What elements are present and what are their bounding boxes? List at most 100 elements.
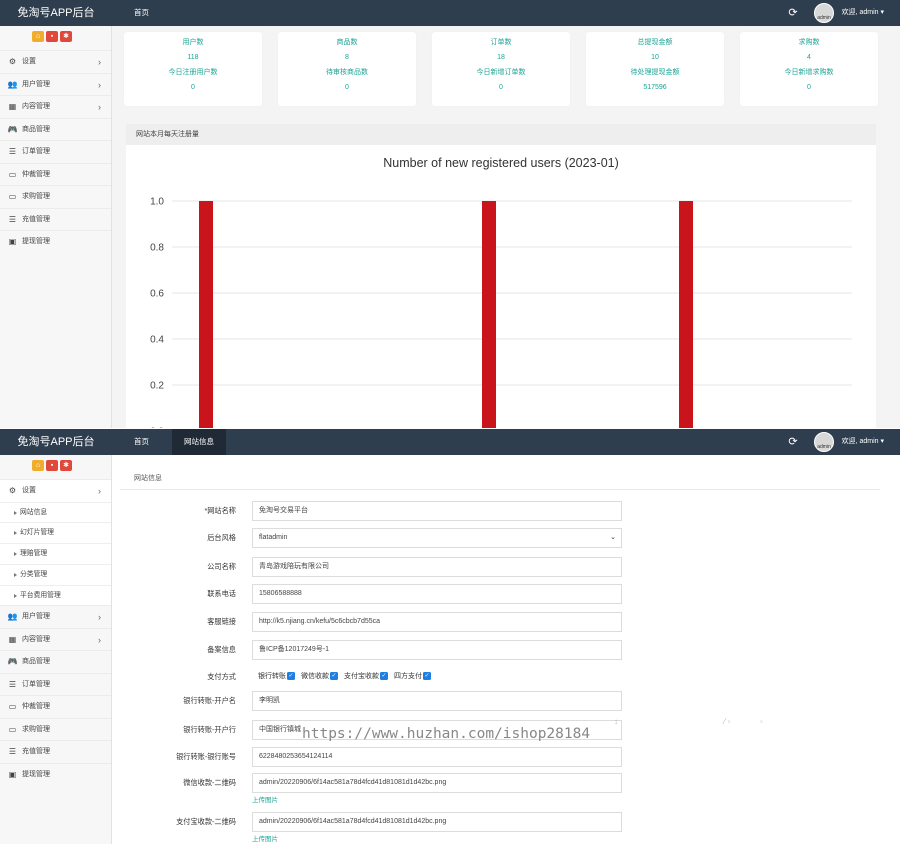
user-menu[interactable]: 欢迎, admin ▾ xyxy=(842,429,884,455)
home-icon[interactable]: ⌂ xyxy=(32,31,44,42)
sidebar-item[interactable]: ▭ 求购管理 xyxy=(0,185,111,208)
sidebar: ⌂ ▪ ✱ ⚙ 设置 › 👥 用户管理 › ▦ 内容管理 › 🎮 商品管理 ☰ 订单管理 ▭ 仲裁管理 ▭ 求购管理… xyxy=(0,26,112,428)
checkbox[interactable]: ✓ xyxy=(380,672,388,681)
sidebar-item[interactable]: 👥 用户管理 › xyxy=(0,605,111,628)
text-field[interactable]: admin/20220906/6f14ac581a78d4fcd41d81081… xyxy=(252,773,622,793)
text-field[interactable]: http://k5.njiang.cn/kefu/5c6cbcb7d55ca xyxy=(252,612,622,632)
submenu-item[interactable]: 理赔管理 xyxy=(0,543,111,564)
checkbox[interactable]: ✓ xyxy=(330,672,338,681)
y-tick-label: 0.8 xyxy=(150,243,164,254)
checkbox-label: 银行转账 xyxy=(258,673,286,680)
field-value: http://k5.njiang.cn/kefu/5c6cbcb7d55ca xyxy=(259,618,381,625)
chevron-right-icon: › xyxy=(98,612,101,623)
user-menu[interactable]: 欢迎, admin ▾ xyxy=(842,0,884,26)
gear-icon[interactable]: ✱ xyxy=(60,460,72,471)
sidebar-item-label: 商品管理 xyxy=(22,658,50,666)
form-row: *网站名称 免淘号交易平台 xyxy=(120,501,640,521)
gears-icon: ⚙ xyxy=(8,486,17,495)
avatar[interactable]: admin xyxy=(814,3,834,23)
submenu-item[interactable]: 平台费用管理 xyxy=(0,584,111,606)
sidebar-item[interactable]: 👥 用户管理 › xyxy=(0,72,111,96)
list-icon: ☰ xyxy=(8,147,17,156)
chart-panel: 网站本月每天注册量 Number of new registered users… xyxy=(126,124,876,428)
sidebar-item[interactable]: ▭ 求购管理 xyxy=(0,717,111,741)
list-icon: ☰ xyxy=(8,747,17,757)
bar xyxy=(482,201,496,428)
field-label: 银行转账-开户名 xyxy=(183,696,236,705)
submenu-item[interactable]: 幻灯片管理 xyxy=(0,522,111,544)
app-brand[interactable]: 免淘号APP后台 xyxy=(0,0,112,26)
home-icon[interactable]: ⌂ xyxy=(32,460,44,471)
sidebar-item[interactable]: ⚙ 设置 › xyxy=(0,479,111,502)
text-field[interactable]: 免淘号交易平台 xyxy=(252,501,622,521)
y-tick-label: 0.4 xyxy=(150,335,164,346)
refresh-icon[interactable]: ⟳ xyxy=(786,435,800,449)
text-field[interactable]: admin/20220906/6f14ac581a78d4fcd41d81081… xyxy=(252,812,622,832)
gear-icon[interactable]: ✱ xyxy=(60,31,72,42)
stat-subvalue: 0 xyxy=(345,84,349,91)
checkbox[interactable]: ✓ xyxy=(423,672,431,681)
registration-chart: 0.0 0.2 0.4 0.6 0.8 1.0 xyxy=(150,197,852,429)
stat-subtitle: 今日注册用户数 xyxy=(168,69,218,76)
sidebar-item[interactable]: 🎮 商品管理 xyxy=(0,650,111,673)
stat-title: 总提现金额 xyxy=(637,39,673,46)
avatar[interactable]: admin xyxy=(814,432,834,452)
caret-down-icon: ▾ xyxy=(880,438,884,445)
sidebar-item-label: 求购管理 xyxy=(22,725,50,733)
sidebar-item[interactable]: ▭ 仲裁管理 xyxy=(0,162,111,186)
sidebar-item[interactable]: ▦ 内容管理 › xyxy=(0,627,111,651)
sidebar-item-label: 内容管理 xyxy=(22,635,50,643)
sidebar-item[interactable]: ▣ 提现管理 xyxy=(0,230,111,253)
field-label: *网站名称 xyxy=(204,506,236,515)
users-icon: 👥 xyxy=(7,79,18,89)
sidebar-item-label: 商品管理 xyxy=(22,125,50,133)
stat-subtitle: 待审核商品数 xyxy=(326,69,368,76)
grid-icon: ▦ xyxy=(8,102,17,111)
sidebar: ⌂ ▪ ✱ ⚙ 设置 › 网站信息 幻灯片管理 理赔管理 分类管理 平台费用管理 👥 用户管理 › ▦ 内容… xyxy=(0,455,112,844)
bar xyxy=(199,201,213,428)
form-row: 支付方式 银行转账 ✓ 微信收款 ✓ 支付宝收款 ✓ 四方支付 ✓ xyxy=(120,667,640,687)
y-tick-label: 0.0 xyxy=(150,427,164,429)
stat-subtitle: 待处理提现金额 xyxy=(630,69,680,76)
submenu-item[interactable]: 网站信息 xyxy=(0,501,111,523)
watermark: https://www.huzhan.com/ishop28184 xyxy=(302,726,591,742)
field-label: 支付宝收款-二维码 xyxy=(176,817,236,826)
stat-subvalue: 0 xyxy=(499,84,503,91)
field-value: admin/20220906/6f14ac581a78d4fcd41d81081… xyxy=(259,818,447,825)
sidebar-item[interactable]: ☰ 充值管理 xyxy=(0,207,111,231)
chevron-right-icon: › xyxy=(98,79,101,90)
upload-link[interactable]: 上传图片 xyxy=(252,794,278,804)
text-field[interactable]: 6228480253654124114 xyxy=(252,747,622,767)
sidebar-item[interactable]: ▭ 仲裁管理 xyxy=(0,695,111,718)
style-select[interactable]: flatadmin ⌄ xyxy=(252,528,622,548)
sidebar-item-label: 提现管理 xyxy=(22,238,50,245)
tab-site-info[interactable]: 网站信息 xyxy=(172,429,226,455)
checkbox[interactable]: ✓ xyxy=(287,672,295,681)
field-value: flatadmin xyxy=(259,534,288,541)
sidebar-item[interactable]: ⚙ 设置 › xyxy=(0,50,111,73)
trash-icon[interactable]: ▪ xyxy=(46,460,58,471)
text-field[interactable]: 鲁ICP备12017249号-1 xyxy=(252,640,622,660)
tab-home[interactable]: 首页 xyxy=(122,0,161,26)
sidebar-item[interactable]: 🎮 商品管理 xyxy=(0,117,111,141)
sidebar-item[interactable]: ☰ 订单管理 xyxy=(0,140,111,163)
sidebar-item[interactable]: ▦ 内容管理 › xyxy=(0,95,111,118)
field-value: 青岛游戏陪玩有限公司 xyxy=(259,563,329,570)
tab-home[interactable]: 首页 xyxy=(122,429,161,455)
text-field[interactable]: 15806588888 xyxy=(252,584,622,604)
stat-value: 10 xyxy=(651,54,659,61)
refresh-icon[interactable]: ⟳ xyxy=(786,6,800,20)
text-field[interactable]: 青岛游戏陪玩有限公司 xyxy=(252,557,622,577)
trash-icon[interactable]: ▪ xyxy=(46,31,58,42)
upload-link[interactable]: 上传图片 xyxy=(252,833,278,843)
stat-value: 118 xyxy=(187,54,199,61)
sidebar-item[interactable]: ☰ 充值管理 xyxy=(0,740,111,763)
text-field[interactable]: 李明凯 xyxy=(252,691,622,711)
chevron-right-icon: › xyxy=(98,57,101,67)
app-brand[interactable]: 免淘号APP后台 xyxy=(0,429,112,455)
sidebar-item[interactable]: ▣ 提现管理 xyxy=(0,762,111,786)
submenu-item[interactable]: 分类管理 xyxy=(0,563,111,585)
sidebar-item-label: 订单管理 xyxy=(22,148,50,155)
sidebar-item[interactable]: ☰ 订单管理 xyxy=(0,672,111,696)
field-value: 6228480253654124114 xyxy=(259,753,333,760)
